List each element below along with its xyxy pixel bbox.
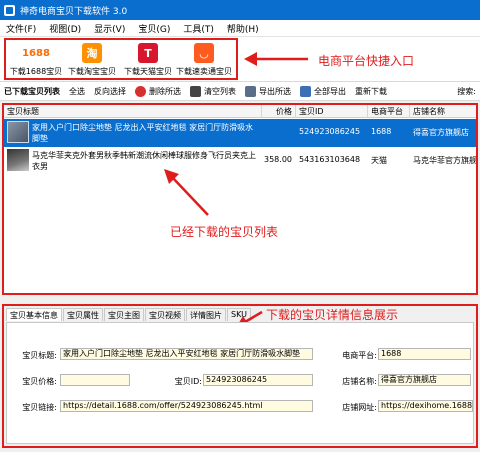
list-header: 宝贝标题 价格 宝贝ID 电商平台 店铺名称 [4,105,476,118]
shop-url-field[interactable]: https://dexihome.1688.com/ [378,400,473,412]
menu-view[interactable]: 视图(D) [49,22,81,35]
shop-field[interactable]: 得喜官方旗舰店 [378,374,471,386]
product-thumbnail [7,121,29,143]
export-all-button[interactable]: 全部导出 [300,85,346,97]
shop-field-label: 店铺名称: [342,377,377,386]
row-platform: 天猫 [371,156,387,165]
window-title: 神奇电商宝贝下载软件 3.0 [20,6,128,17]
row-title: 家用入户门口除尘地垫 尼龙出入平安红地毯 家居门厅防滑吸水脚垫 [32,123,254,143]
menu-file[interactable]: 文件(F) [6,22,36,35]
export-selected-label: 导出所选 [259,86,291,96]
row-id: 524923086245 [299,127,361,136]
downloaded-list-panel: 宝贝标题 价格 宝贝ID 电商平台 店铺名称 家用入户门口除尘地垫 尼龙出入平安… [2,103,478,295]
quick-entry-box: 1688 下载1688宝贝 淘 下载淘宝宝贝 T 下载天猫宝贝 ◡ 下载速卖通宝… [4,38,238,80]
download-tmall-label: 下载天猫宝贝 [124,67,172,76]
tmall-logo-icon: T [138,43,158,63]
download-aliexpress-label: 下载速卖通宝贝 [176,67,232,76]
title-bar: 神奇电商宝贝下载软件 3.0 [0,0,480,20]
download-aliexpress-button[interactable]: ◡ 下载速卖通宝贝 [176,41,232,79]
column-header-price[interactable]: 价格 [262,105,296,118]
tab-attributes[interactable]: 宝贝属性 [63,308,103,321]
detail-annotation: 下载的宝贝详情信息展示 [266,308,399,322]
link-field-label: 宝贝链接: [22,403,57,412]
export-all-icon [300,85,311,97]
menu-help[interactable]: 帮助(H) [227,22,259,35]
column-header-shop[interactable]: 店铺名称 [410,105,476,118]
link-field[interactable]: https://detail.1688.com/offer/5249230862… [60,400,313,412]
app-icon [4,4,15,16]
search-label: 搜索: [457,86,476,96]
row-shop: 马克华菲官方旗舰店 [413,156,478,165]
detail-panel: 宝贝基本信息 宝贝属性 宝贝主图 宝贝视频 详情图片 SKU 下载的宝贝详情信息… [2,304,478,448]
redownload-button[interactable]: 重新下载 [355,86,387,97]
price-field[interactable] [60,374,130,386]
title-field[interactable]: 家用入户门口除尘地垫 尼龙出入平安红地毯 家居门厅防滑吸水脚垫 [60,348,313,360]
clear-list-button[interactable]: 清空列表 [190,85,236,97]
delete-selected-label: 删除所选 [149,86,181,96]
list-arrow-icon [164,169,209,216]
table-row[interactable]: 家用入户门口除尘地垫 尼龙出入平安红地毯 家居门厅防滑吸水脚垫 52492308… [4,119,476,147]
export-icon [245,85,256,97]
taobao-logo-icon: 淘 [82,43,102,63]
delete-icon [135,85,146,97]
row-shop: 得喜官方旗舰店 [413,128,469,137]
export-selected-button[interactable]: 导出所选 [245,85,291,97]
menu-bar: 文件(F) 视图(D) 显示(V) 宝贝(G) 工具(T) 帮助(H) [0,20,480,37]
download-taobao-button[interactable]: 淘 下载淘宝宝贝 [64,41,120,79]
quick-platform-bar: 1688 下载1688宝贝 淘 下载淘宝宝贝 T 下载天猫宝贝 ◡ 下载速卖通宝… [0,37,480,81]
shop-url-field-label: 店铺网址: [342,403,377,412]
download-taobao-label: 下载淘宝宝贝 [68,67,116,76]
product-thumbnail [7,149,29,171]
download-1688-button[interactable]: 1688 下载1688宝贝 [8,41,64,79]
downloaded-list-label: 已下载宝贝列表 [4,86,60,96]
id-field-label: 宝贝ID: [174,377,202,386]
id-field[interactable]: 524923086245 [203,374,313,386]
delete-selected-button[interactable]: 删除所选 [135,85,181,97]
column-header-platform[interactable]: 电商平台 [368,105,410,118]
trash-icon [190,85,201,97]
tab-detail-images[interactable]: 详情图片 [186,308,226,321]
platform-field[interactable]: 1688 [378,348,471,360]
row-id: 543163103648 [299,155,361,164]
tab-main-images[interactable]: 宝贝主图 [104,308,144,321]
aliexpress-logo-icon: ◡ [194,43,214,63]
download-tmall-button[interactable]: T 下载天猫宝贝 [120,41,176,79]
menu-tools[interactable]: 工具(T) [183,22,214,35]
tab-basic-info[interactable]: 宝贝基本信息 [6,308,62,321]
1688-logo-icon: 1688 [22,47,50,59]
basic-info-form: 宝贝标题: 家用入户门口除尘地垫 尼龙出入平安红地毯 家居门厅防滑吸水脚垫 电商… [6,322,474,444]
menu-display[interactable]: 显示(V) [94,22,125,35]
column-header-title[interactable]: 宝贝标题 [4,105,262,118]
tab-video[interactable]: 宝贝视频 [145,308,185,321]
column-header-id[interactable]: 宝贝ID [296,105,368,118]
table-row[interactable]: 马克华菲夹克外套男秋季韩新潮流休闲棒球服修身飞行员夹克上衣男 358.00 54… [4,147,476,175]
menu-item-goods[interactable]: 宝贝(G) [138,22,170,35]
row-platform: 1688 [371,127,392,136]
platform-field-label: 电商平台: [342,351,377,360]
downloaded-list-annotation: 已经下载的宝贝列表 [170,225,279,239]
title-field-label: 宝贝标题: [22,351,57,360]
quick-entry-annotation: 电商平台快捷入口 [318,54,415,68]
invert-select-button[interactable]: 反向选择 [94,86,126,97]
clear-list-label: 清空列表 [204,86,236,96]
detail-tabs: 宝贝基本信息 宝贝属性 宝贝主图 宝贝视频 详情图片 SKU [6,308,252,322]
row-price: 358.00 [264,155,292,164]
list-toolbar: 已下载宝贝列表 全选 反向选择 删除所选 清空列表 导出所选 全部导出 重新下载… [0,81,480,101]
row-title: 马克华菲夹克外套男秋季韩新潮流休闲棒球服修身飞行员夹克上衣男 [32,151,256,171]
select-all-button[interactable]: 全选 [69,86,85,97]
export-all-label: 全部导出 [314,86,346,96]
price-field-label: 宝贝价格: [22,377,57,386]
quick-entry-arrow-icon [244,52,308,66]
download-1688-label: 下载1688宝贝 [9,67,63,76]
